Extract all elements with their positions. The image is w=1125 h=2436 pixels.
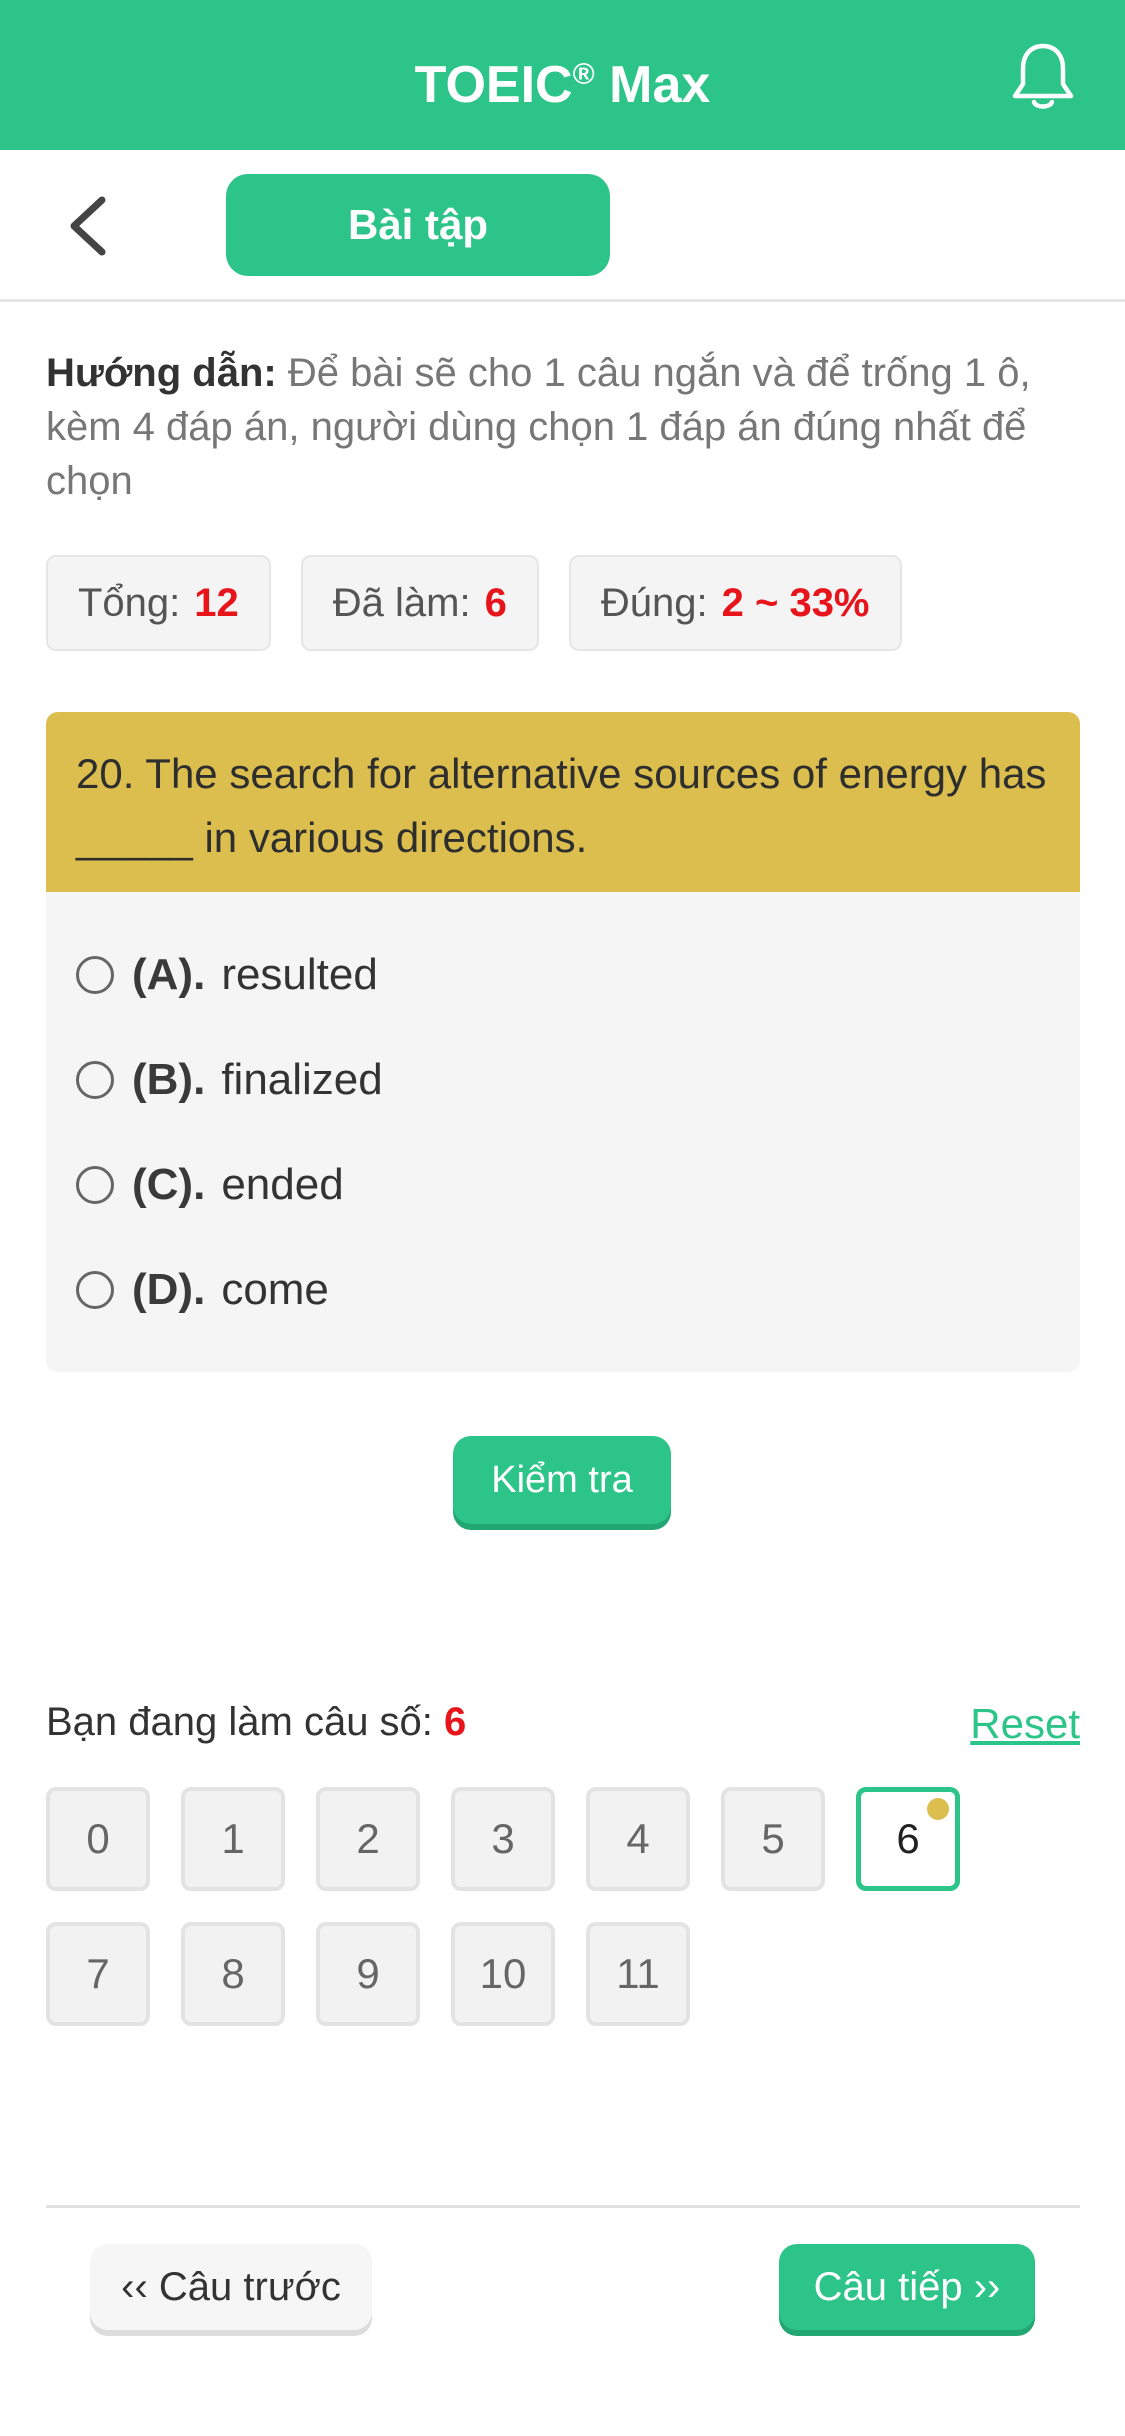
check-button[interactable]: Kiểm tra: [453, 1436, 671, 1524]
option-b[interactable]: (B). finalized: [76, 1027, 1050, 1132]
radio-button[interactable]: [76, 1165, 114, 1204]
radio-button[interactable]: [76, 1270, 114, 1309]
question-number-1[interactable]: 1: [181, 1787, 285, 1891]
radio-button[interactable]: [76, 1060, 114, 1099]
sub-toolbar: Bài tập: [0, 150, 1125, 302]
stats-bar: Tổng: 12 Đã làm: 6 Đúng: 2 ~ 33%: [46, 555, 902, 651]
app-title: TOEIC® Max: [414, 56, 711, 114]
bell-icon[interactable]: [1010, 40, 1076, 112]
previous-question-button[interactable]: ‹‹ Câu trước: [90, 2244, 372, 2330]
option-a[interactable]: (A). resulted: [76, 922, 1050, 1027]
chevron-left-icon[interactable]: [64, 194, 114, 258]
question-number-11[interactable]: 11: [586, 1922, 690, 2026]
question-number-4[interactable]: 4: [586, 1787, 690, 1891]
question-text: 20. The search for alternative sources o…: [46, 712, 1080, 892]
question-number-6-current[interactable]: 6: [856, 1787, 960, 1891]
option-c[interactable]: (C). ended: [76, 1132, 1050, 1237]
question-number-7[interactable]: 7: [46, 1922, 150, 2026]
next-question-button[interactable]: Câu tiếp ››: [779, 2244, 1035, 2330]
question-number-5[interactable]: 5: [721, 1787, 825, 1891]
answer-options: (A). resulted (B). finalized (C). ended …: [46, 892, 1080, 1342]
question-number-10[interactable]: 10: [451, 1922, 555, 2026]
question-number-8[interactable]: 8: [181, 1922, 285, 2026]
stat-correct: Đúng: 2 ~ 33%: [568, 555, 902, 651]
stat-done: Đã làm: 6: [300, 555, 539, 651]
radio-button[interactable]: [76, 955, 114, 994]
current-question-indicator: Bạn đang làm câu số: 6: [46, 1700, 467, 1744]
stat-total: Tổng: 12: [46, 555, 271, 651]
question-number-2[interactable]: 2: [316, 1787, 420, 1891]
question-number-3[interactable]: 3: [451, 1787, 555, 1891]
footer-divider: [46, 2205, 1080, 2208]
question-number-9[interactable]: 9: [316, 1922, 420, 2026]
current-marker-dot: [927, 1798, 949, 1820]
reset-link[interactable]: Reset: [970, 1700, 1080, 1748]
question-number-0[interactable]: 0: [46, 1787, 150, 1891]
instructions-label: Hướng dẫn:: [46, 351, 277, 395]
tab-bai-tap[interactable]: Bài tập: [226, 174, 610, 276]
instructions: Hướng dẫn: Để bài sẽ cho 1 câu ngắn và đ…: [46, 346, 1086, 508]
option-d[interactable]: (D). come: [76, 1237, 1050, 1342]
question-card: 20. The search for alternative sources o…: [46, 712, 1080, 1372]
app-header: TOEIC® Max: [0, 0, 1125, 150]
